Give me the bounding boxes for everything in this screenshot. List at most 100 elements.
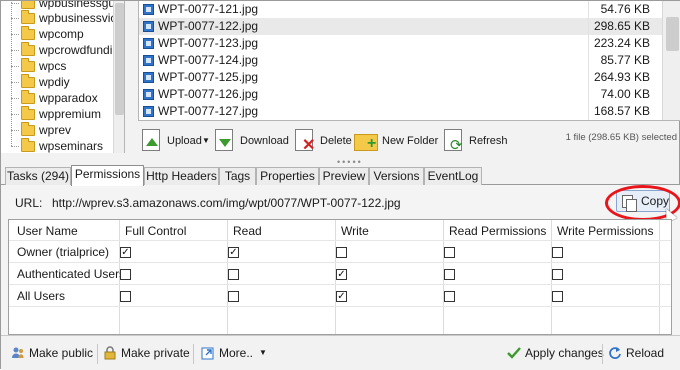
column-header-read: Read — [233, 224, 262, 238]
column-separator — [588, 52, 589, 69]
read-checkbox[interactable] — [228, 291, 239, 302]
write-permissions-checkbox[interactable] — [552, 291, 563, 302]
column-separator — [588, 103, 589, 120]
refresh-label: Refresh — [469, 135, 508, 147]
folder-item[interactable]: wpdiy — [1, 66, 113, 90]
folder-label: wpdiy — [39, 75, 70, 89]
write-checkbox[interactable] — [336, 247, 347, 258]
tree-line — [11, 98, 19, 99]
tab-versions[interactable]: Versions — [369, 167, 424, 186]
folder-icon — [21, 138, 35, 152]
folder-scrollbar[interactable] — [113, 1, 124, 153]
tree-line — [11, 98, 12, 114]
full-control-checkbox[interactable]: ✓ — [120, 247, 131, 258]
new-folder-button[interactable]: + New Folder — [354, 127, 438, 155]
scrollbar-thumb[interactable] — [115, 3, 124, 115]
folder-item[interactable]: wpcomp — [1, 18, 113, 42]
folder-icon — [21, 1, 35, 9]
file-size: 223.24 KB — [593, 36, 650, 50]
folder-item[interactable]: wppremium — [1, 98, 113, 122]
row-divider — [9, 240, 671, 241]
image-file-icon — [143, 4, 154, 15]
folder-item[interactable]: wpseminars — [1, 130, 113, 153]
folder-label: wpcrowdfundir — [39, 43, 117, 57]
tab-eventlog[interactable]: EventLog — [424, 167, 482, 186]
apply-changes-button[interactable]: Apply changes — [507, 343, 604, 363]
download-label: Download — [240, 135, 289, 147]
tab-tags[interactable]: Tags — [219, 167, 256, 186]
folder-item[interactable]: wpcs — [1, 50, 113, 74]
file-row[interactable]: WPT-0077-121.jpg 54.76 KB — [139, 1, 662, 18]
file-name: WPT-0077-125.jpg — [158, 70, 259, 84]
file-size: 85.77 KB — [600, 53, 650, 67]
url-value[interactable]: http://wprev.s3.amazonaws.com/img/wpt/00… — [52, 196, 401, 210]
tab-tasks[interactable]: Tasks (294) — [5, 167, 71, 186]
read-permissions-checkbox[interactable] — [444, 291, 455, 302]
file-row[interactable]: WPT-0077-125.jpg 264.93 KB — [139, 69, 662, 86]
refresh-button[interactable]: ⟳ Refresh — [442, 127, 508, 155]
read-checkbox[interactable] — [228, 269, 239, 280]
folder-label: wpparadox — [39, 91, 98, 105]
tree-line — [11, 34, 12, 50]
file-toolbar: Upload ▼ Download ✕ Delete + New Folder … — [138, 127, 680, 155]
tree-line — [11, 146, 19, 147]
file-row[interactable]: WPT-0077-127.jpg 168.57 KB — [139, 103, 662, 120]
tab-preview[interactable]: Preview — [319, 167, 369, 186]
row-divider — [9, 262, 671, 263]
file-row[interactable]: WPT-0077-123.jpg 223.24 KB — [139, 35, 662, 52]
file-size: 74.00 KB — [600, 87, 650, 101]
more-menu-button[interactable]: More.. ▼ — [201, 343, 271, 363]
file-name: WPT-0077-126.jpg — [158, 87, 259, 101]
file-list-scrollbar[interactable] — [662, 1, 680, 120]
file-size: 264.93 KB — [593, 70, 650, 84]
image-file-icon — [143, 72, 154, 83]
make-public-button[interactable]: Make public — [11, 343, 93, 363]
folder-label: wprev — [39, 123, 72, 137]
new-folder-label: New Folder — [382, 135, 439, 147]
make-private-button[interactable]: Make private — [103, 343, 190, 363]
column-separator — [588, 69, 589, 86]
file-row[interactable]: WPT-0077-122.jpg 298.65 KB — [139, 18, 662, 35]
download-button[interactable]: Download — [213, 127, 289, 155]
folder-tree: wpbusinessgu wpbusinessvic wpcomp wpcrow… — [1, 1, 125, 153]
folder-item[interactable]: wprev — [1, 114, 113, 138]
make-public-label: Make public — [29, 346, 94, 360]
url-label: URL: — [15, 196, 43, 210]
tab-http-headers[interactable]: Http Headers — [144, 167, 219, 186]
folder-icon — [21, 74, 35, 88]
write-permissions-checkbox[interactable] — [552, 247, 563, 258]
full-control-checkbox[interactable] — [120, 269, 131, 280]
write-checkbox[interactable]: ✓ — [336, 269, 347, 280]
delete-button[interactable]: ✕ Delete — [293, 127, 352, 155]
file-row[interactable]: WPT-0077-124.jpg 85.77 KB — [139, 52, 662, 69]
permissions-action-bar: Make public Make private More.. ▼ Apply … — [1, 335, 680, 370]
reload-button[interactable]: Reload — [608, 343, 672, 363]
tab-permissions[interactable]: Permissions — [71, 165, 144, 186]
write-checkbox[interactable]: ✓ — [336, 291, 347, 302]
delete-label: Delete — [320, 135, 352, 147]
read-permissions-checkbox[interactable] — [444, 269, 455, 280]
image-file-icon — [143, 106, 154, 117]
folder-icon — [21, 42, 35, 56]
scrollbar-thumb[interactable] — [666, 17, 679, 51]
read-checkbox[interactable]: ✓ — [228, 247, 239, 258]
tree-line — [11, 114, 19, 115]
read-permissions-checkbox[interactable] — [444, 247, 455, 258]
folder-item[interactable]: wpcrowdfundir — [1, 34, 117, 58]
tree-line — [11, 82, 12, 98]
column-divider — [659, 220, 660, 334]
upload-button[interactable]: Upload ▼ — [140, 127, 212, 155]
folder-item[interactable]: wpparadox — [1, 82, 113, 106]
folder-icon — [21, 10, 35, 24]
tab-properties[interactable]: Properties — [256, 167, 319, 186]
write-permissions-checkbox[interactable] — [552, 269, 563, 280]
upload-icon — [140, 129, 164, 155]
folder-item[interactable]: wpbusinessvic — [1, 2, 116, 26]
file-row[interactable]: WPT-0077-126.jpg 74.00 KB — [139, 86, 662, 103]
new-folder-icon: + — [354, 129, 378, 155]
file-name: WPT-0077-124.jpg — [158, 53, 259, 67]
chevron-down-icon[interactable]: ▼ — [202, 127, 210, 155]
full-control-checkbox[interactable] — [120, 291, 131, 302]
folder-icon — [21, 26, 35, 40]
toolbar-separator — [97, 344, 98, 364]
